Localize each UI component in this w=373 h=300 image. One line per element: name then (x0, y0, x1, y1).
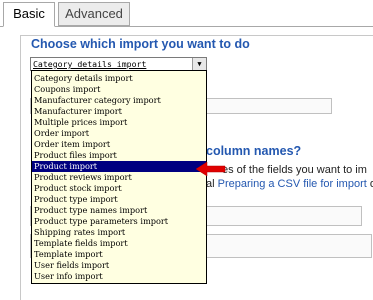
dropdown-option[interactable]: Template import (32, 249, 206, 260)
tab-basic[interactable]: Basic (3, 2, 55, 27)
dropdown-option[interactable]: Product files import (32, 150, 206, 161)
dropdown-option[interactable]: Order import (32, 128, 206, 139)
red-arrow-pointer-icon (195, 161, 226, 177)
tab-advanced[interactable]: Advanced (58, 2, 130, 26)
import-type-dropdown[interactable]: Category details import Coupons import M… (31, 70, 207, 284)
import-type-select[interactable]: Category details import ▼ (30, 57, 207, 71)
dropdown-option[interactable]: Category details import (32, 73, 206, 84)
csv-help-suffix: or (369, 178, 373, 190)
chevron-down-icon[interactable]: ▼ (192, 58, 206, 70)
import-type-heading: Choose which import you want to do (31, 37, 250, 51)
column-names-heading: column names? (206, 144, 302, 158)
csv-help-text: al Preparing a CSV file for import or (206, 178, 373, 190)
tab-divider (0, 26, 373, 27)
import-type-select-value: Category details import (33, 59, 147, 69)
dropdown-option[interactable]: User info import (32, 271, 206, 282)
dropdown-option-highlighted[interactable]: Product import (32, 161, 206, 172)
dropdown-option[interactable]: Coupons import (32, 84, 206, 95)
dropdown-option[interactable]: Multiple prices import (32, 117, 206, 128)
dropdown-option[interactable]: Product type import (32, 194, 206, 205)
dropdown-option[interactable]: User fields import (32, 260, 206, 271)
dropdown-option[interactable]: Product type parameters import (32, 216, 206, 227)
dropdown-option[interactable]: Manufacturer import (32, 106, 206, 117)
dropdown-option[interactable]: Product reviews import (32, 172, 206, 183)
dropdown-option[interactable]: Order item import (32, 139, 206, 150)
dropdown-option[interactable]: Shipping rates import (32, 227, 206, 238)
csv-guide-link[interactable]: Preparing a CSV file for import (218, 178, 367, 190)
dropdown-option[interactable]: Product type names import (32, 205, 206, 216)
dropdown-option[interactable]: Product stock import (32, 183, 206, 194)
tab-bar: Basic Advanced (0, 0, 373, 27)
column-names-description: es of the fields you want to im (222, 164, 367, 176)
dropdown-option[interactable]: Template fields import (32, 238, 206, 249)
dropdown-option[interactable]: Manufacturer category import (32, 95, 206, 106)
